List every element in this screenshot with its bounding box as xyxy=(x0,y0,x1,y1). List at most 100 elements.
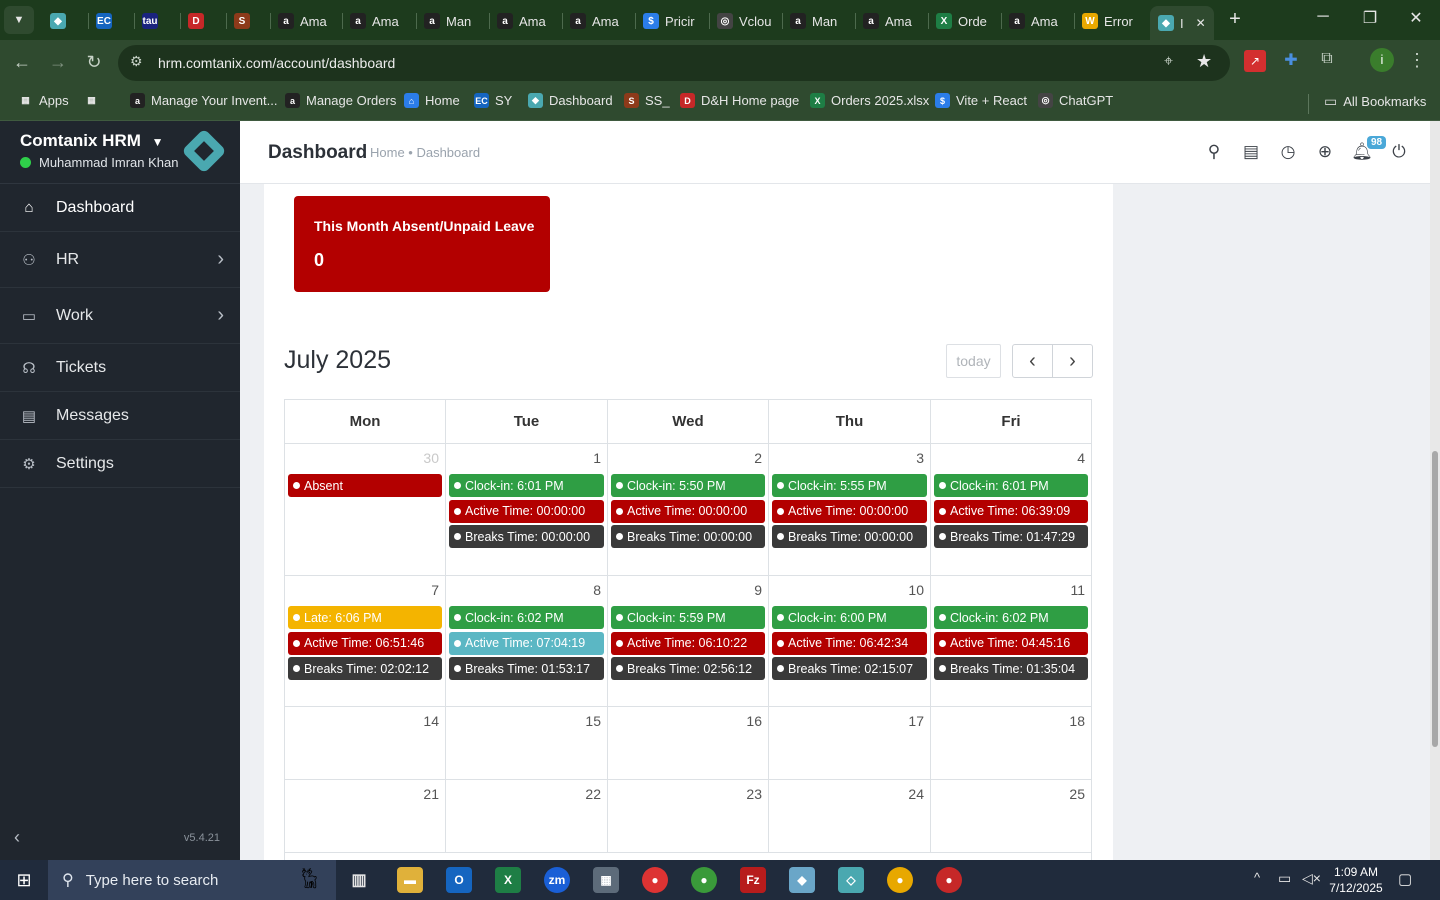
browser-tab[interactable]: ◆ xyxy=(50,8,72,34)
day-number[interactable]: 22 xyxy=(585,786,601,802)
calendar-event[interactable]: Active Time: 06:42:34 xyxy=(772,631,927,655)
bookmark-item[interactable]: ◆ Dashboard xyxy=(528,93,613,108)
sidebar-item-dashboard[interactable]: ⌂ Dashboard xyxy=(0,184,240,232)
taskbar-clock[interactable]: 1:09 AM 7/12/2025 xyxy=(1328,864,1384,896)
calendar-day-cell[interactable]: 16 xyxy=(608,707,769,780)
chrome-red-icon[interactable]: ● xyxy=(936,867,962,893)
calendar-day-cell[interactable]: 18 xyxy=(931,707,1092,780)
bookmark-item[interactable]: ▦ xyxy=(84,93,99,108)
bookmark-item[interactable]: D D&H Home page xyxy=(680,93,799,108)
breadcrumb[interactable]: Home • Dashboard xyxy=(370,145,480,160)
calendar-event[interactable]: Breaks Time: 01:47:29 xyxy=(934,525,1088,548)
calendar-day-cell[interactable]: 9 Clock-in: 5:59 PM Active Time: 06:10:22 B… xyxy=(608,576,769,707)
day-number[interactable]: 18 xyxy=(1069,713,1085,729)
calendar-day-cell[interactable]: 21 xyxy=(285,780,446,853)
close-tab-icon[interactable]: ✕ xyxy=(1196,16,1206,30)
calendar-event[interactable]: Breaks Time: 00:00:00 xyxy=(772,525,927,548)
extension-pdf-icon[interactable]: ↗ xyxy=(1244,50,1266,72)
browser-tab[interactable]: a Ama xyxy=(863,8,912,34)
task-view-icon[interactable]: ▥ xyxy=(346,867,372,893)
day-number[interactable]: 10 xyxy=(908,582,924,598)
file-explorer-icon[interactable]: ▬ xyxy=(397,867,423,893)
scrollbar-thumb[interactable] xyxy=(1432,451,1438,747)
calendar-event[interactable]: Active Time: 00:00:00 xyxy=(611,499,765,523)
calendar-event[interactable]: Late: 6:06 PM xyxy=(288,606,442,629)
excel-icon[interactable]: X xyxy=(495,867,521,893)
calendar-event[interactable]: Breaks Time: 01:35:04 xyxy=(934,657,1088,680)
calendar-event[interactable]: Active Time: 00:00:00 xyxy=(449,499,604,523)
all-bookmarks-folder[interactable]: ▭ All Bookmarks xyxy=(1324,93,1426,110)
calendar-day-cell[interactable]: 30 Absent xyxy=(285,444,446,576)
day-number[interactable]: 7 xyxy=(431,582,439,598)
minimize-button[interactable]: ─ xyxy=(1308,8,1338,26)
maximize-button[interactable]: ❐ xyxy=(1355,8,1385,28)
browser-tab[interactable]: a Man xyxy=(790,8,837,34)
day-number[interactable]: 1 xyxy=(593,450,601,466)
day-number[interactable]: 25 xyxy=(1069,786,1085,802)
collapse-sidebar-icon[interactable]: ‹ xyxy=(14,827,20,848)
browser-tab[interactable]: a Ama xyxy=(570,8,619,34)
calendar-event[interactable]: Clock-in: 6:02 PM xyxy=(934,606,1088,629)
calendar-day-cell[interactable]: 8 Clock-in: 6:02 PM Active Time: 07:04:19 B… xyxy=(446,576,608,707)
tray-expand-icon[interactable]: ^ xyxy=(1254,870,1260,885)
back-arrow-icon[interactable]: ← xyxy=(10,52,34,73)
windows-start-icon[interactable]: ⊞ xyxy=(0,860,48,900)
calendar-day-cell[interactable]: 10 Clock-in: 6:00 PM Active Time: 06:42:34… xyxy=(769,576,931,707)
bookmark-item[interactable]: X Orders 2025.xlsx xyxy=(810,93,929,108)
chrome-yellow-icon[interactable]: ● xyxy=(887,867,913,893)
bookmark-item[interactable]: EC SY xyxy=(474,93,512,108)
bookmark-item[interactable]: $ Vite + React xyxy=(935,93,1027,108)
browser-tab[interactable]: $ Pricir xyxy=(643,8,695,34)
browser-tab[interactable]: a Ama xyxy=(278,8,327,34)
day-number[interactable]: 21 xyxy=(423,786,439,802)
day-number[interactable]: 11 xyxy=(1070,582,1085,598)
browser-tab[interactable]: a Ama xyxy=(1009,8,1058,34)
day-number[interactable]: 4 xyxy=(1077,450,1085,466)
calendar-day-cell[interactable]: 14 xyxy=(285,707,446,780)
address-bar[interactable]: ⚙ hrm.comtanix.com/account/dashboard ⌖ ★ xyxy=(118,45,1230,81)
calendar-event[interactable]: Breaks Time: 01:53:17 xyxy=(449,657,604,680)
day-number[interactable]: 2 xyxy=(754,450,762,466)
calendar-event[interactable]: Breaks Time: 00:00:00 xyxy=(449,525,604,548)
calendar-day-cell[interactable]: 22 xyxy=(446,780,608,853)
clock-icon[interactable]: ◷ xyxy=(1277,141,1299,163)
location-icon[interactable]: ⌖ xyxy=(1164,53,1173,71)
day-number[interactable]: 15 xyxy=(585,713,601,729)
calendar-event[interactable]: Active Time: 00:00:00 xyxy=(772,499,927,523)
bookmark-item[interactable]: a Manage Your Invent... xyxy=(130,93,277,108)
calendar-event[interactable]: Clock-in: 6:02 PM xyxy=(449,606,604,629)
calendar-event[interactable]: Clock-in: 6:01 PM xyxy=(934,474,1088,497)
bookmark-item[interactable]: ◎ ChatGPT xyxy=(1038,93,1113,108)
calendar-event[interactable]: Absent xyxy=(288,474,442,497)
search-icon[interactable]: ⚲ xyxy=(1203,141,1225,163)
calendar-day-cell[interactable]: 24 xyxy=(769,780,931,853)
day-number[interactable]: 3 xyxy=(916,450,924,466)
browser-tab[interactable]: a Man xyxy=(424,8,471,34)
calendar-day-cell[interactable]: 25 xyxy=(931,780,1092,853)
bookmark-item[interactable]: a Manage Orders xyxy=(285,93,396,108)
notes-app-icon[interactable]: ◆ xyxy=(789,867,815,893)
browser-tab[interactable]: EC xyxy=(96,8,118,34)
sidebar-item-settings[interactable]: ⚙ Settings xyxy=(0,440,240,488)
calendar-event[interactable]: Active Time: 06:51:46 xyxy=(288,631,442,655)
chrome-profile-icon[interactable]: ● xyxy=(691,867,717,893)
prev-month-button[interactable]: ‹ xyxy=(1012,344,1053,378)
filezilla-icon[interactable]: Fz xyxy=(740,867,766,893)
browser-tab[interactable]: X Orde xyxy=(936,8,987,34)
day-number[interactable]: 23 xyxy=(746,786,762,802)
calendar-event[interactable]: Clock-in: 5:59 PM xyxy=(611,606,765,629)
tab-search-button[interactable]: ▼ xyxy=(4,6,34,34)
calendar-day-cell[interactable]: 7 Late: 6:06 PM Active Time: 06:51:46 Break… xyxy=(285,576,446,707)
comtanix-app-icon[interactable]: ◇ xyxy=(838,867,864,893)
day-number[interactable]: 17 xyxy=(908,713,924,729)
calendar-event[interactable]: Active Time: 06:39:09 xyxy=(934,499,1088,523)
zoom-icon[interactable]: zm xyxy=(544,867,570,893)
calendar-day-cell[interactable]: 11 Clock-in: 6:02 PM Active Time: 04:45:16… xyxy=(931,576,1092,707)
sidebar-item-work[interactable]: ▭ Work › xyxy=(0,288,240,344)
bookmark-item[interactable]: S SS_ xyxy=(624,93,670,108)
calendar-event[interactable]: Breaks Time: 02:15:07 xyxy=(772,657,927,680)
browser-tab[interactable]: W Error xyxy=(1082,8,1133,34)
calendar-event[interactable]: Clock-in: 5:50 PM xyxy=(611,474,765,497)
calendar-day-cell[interactable]: 17 xyxy=(769,707,931,780)
next-month-button[interactable]: › xyxy=(1052,344,1093,378)
